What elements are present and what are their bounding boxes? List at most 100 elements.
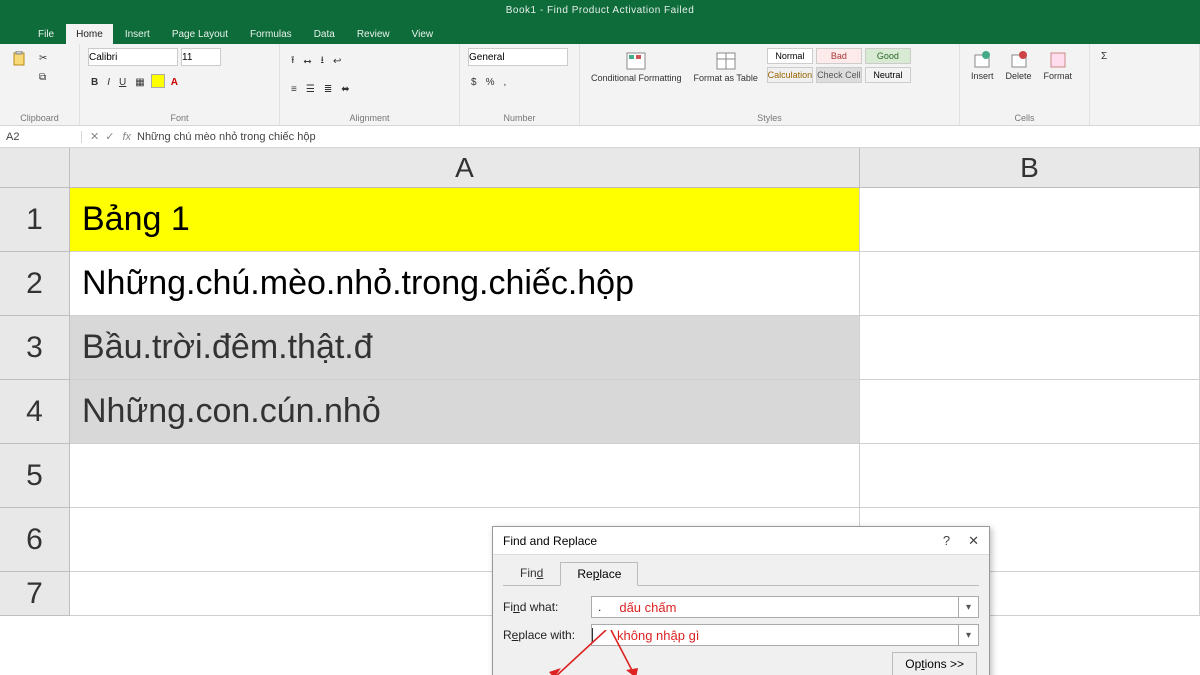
font-size-combo[interactable] [181,48,221,66]
style-normal[interactable]: Normal [767,48,813,64]
ribbon: ✂ ⧉ Clipboard B I U ▦ A Font ⭱ [0,44,1200,126]
ribbon-tabs: File Home Insert Page Layout Formulas Da… [0,20,1200,44]
paste-button[interactable] [8,48,30,73]
find-what-input[interactable]: . dấu chấm ▾ [591,596,979,618]
style-bad[interactable]: Bad [816,48,862,64]
fill-color-button[interactable] [151,74,165,88]
number-format-combo[interactable] [468,48,568,66]
wrap-text-button[interactable]: ↩ [330,50,344,73]
alignment-label: Alignment [288,111,451,123]
cell-B5[interactable] [860,444,1200,508]
find-what-label: Find what: [503,600,591,614]
cell-A5[interactable] [70,444,860,508]
cond-format-icon [625,51,647,71]
tab-insert[interactable]: Insert [115,24,160,44]
number-label: Number [468,111,571,123]
italic-button[interactable]: I [104,74,113,91]
replace-with-label: Replace with: [503,628,591,642]
dialog-help-button[interactable]: ? [943,533,950,548]
worksheet: A B 1 Bảng 1 2 Những.chú.mèo.nhỏ.trong.c… [0,148,1200,675]
tab-home[interactable]: Home [66,24,113,44]
cell-A1[interactable]: Bảng 1 [70,188,860,252]
annotation-replace: không nhập gì [617,628,699,643]
align-right-button[interactable]: ≣ [321,81,335,98]
cell-A2[interactable]: Những.chú.mèo.nhỏ.trong.chiếc.hộp [70,252,860,316]
style-good[interactable]: Good [865,48,911,64]
group-cells: Insert Delete Format Cells [960,44,1090,125]
find-what-dropdown[interactable]: ▾ [958,596,978,618]
cells-label: Cells [968,111,1081,123]
dialog-titlebar[interactable]: Find and Replace ? ✕ [493,527,989,555]
comma-button[interactable]: , [500,74,509,91]
options-button[interactable]: Options >> [892,652,977,675]
enter-formula-icon[interactable]: ✓ [105,130,114,143]
cell-A3[interactable]: Bầu.trời.đêm.thật.đ [70,316,860,380]
dialog-close-button[interactable]: ✕ [968,533,979,549]
style-neutral[interactable]: Neutral [865,67,911,83]
percent-button[interactable]: % [483,74,498,91]
column-header-B[interactable]: B [860,148,1200,188]
row-header-3[interactable]: 3 [0,316,70,380]
row-header-6[interactable]: 6 [0,508,70,572]
row-header-2[interactable]: 2 [0,252,70,316]
tab-page-layout[interactable]: Page Layout [162,24,238,44]
underline-button[interactable]: U [116,74,129,91]
cell-B4[interactable] [860,380,1200,444]
font-label: Font [88,111,271,123]
row-header-7[interactable]: 7 [0,572,70,616]
replace-with-input[interactable]: không nhập gì ▾ [591,624,979,646]
style-check-cell[interactable]: Check Cell [816,67,862,83]
styles-label: Styles [588,111,951,123]
merge-button[interactable]: ⬌ [338,81,352,98]
format-cells-button[interactable]: Format [1041,48,1076,84]
style-calculation[interactable]: Calculation [767,67,813,83]
delete-cells-button[interactable]: Delete [1003,48,1035,84]
table-icon [715,51,737,71]
fx-icon[interactable]: fx [122,131,137,143]
cell-B2[interactable] [860,252,1200,316]
annotation-find: dấu chấm [619,600,676,615]
tab-file[interactable]: File [28,24,64,44]
align-middle-button[interactable]: ⭤ [301,50,315,73]
bold-button[interactable]: B [88,74,101,91]
format-as-table-button[interactable]: Format as Table [691,48,761,87]
row-header-1[interactable]: 1 [0,188,70,252]
tab-formulas[interactable]: Formulas [240,24,302,44]
cut-button[interactable]: ✂ [36,50,50,67]
tab-view[interactable]: View [402,24,444,44]
autosum-button[interactable]: Σ [1098,48,1110,65]
font-name-combo[interactable] [88,48,178,66]
row-header-5[interactable]: 5 [0,444,70,508]
copy-button[interactable]: ⧉ [36,69,49,86]
row-header-4[interactable]: 4 [0,380,70,444]
tab-find-dialog[interactable]: Find [503,561,560,585]
name-box[interactable]: A2 [0,131,82,143]
group-number: $ % , Number [460,44,580,125]
borders-button[interactable]: ▦ [132,74,147,91]
replace-with-dropdown[interactable]: ▾ [958,624,978,646]
group-font: B I U ▦ A Font [80,44,280,125]
cell-A4[interactable]: Những.con.cún.nhỏ [70,380,860,444]
dialog-title-text: Find and Replace [503,534,597,548]
conditional-formatting-button[interactable]: Conditional Formatting [588,48,685,87]
cell-B1[interactable] [860,188,1200,252]
align-center-button[interactable]: ☰ [303,81,318,98]
align-top-button[interactable]: ⭱ [288,50,298,73]
align-left-button[interactable]: ≡ [288,81,300,98]
cell-B3[interactable] [860,316,1200,380]
tab-data[interactable]: Data [304,24,345,44]
find-replace-dialog: Find and Replace ? ✕ Find Replace Find w… [492,526,990,675]
currency-button[interactable]: $ [468,74,480,91]
font-color-button[interactable]: A [168,74,181,91]
select-all-corner[interactable] [0,148,70,188]
tab-review[interactable]: Review [347,24,400,44]
group-editing: Σ [1090,44,1200,125]
cancel-formula-icon[interactable]: ✕ [90,130,99,143]
column-header-A[interactable]: A [70,148,860,188]
insert-cells-button[interactable]: Insert [968,48,997,84]
tab-replace-dialog[interactable]: Replace [560,562,638,586]
insert-icon [973,51,991,69]
window-title: Book1 - Find Product Activation Failed [506,5,695,16]
formula-content[interactable]: Những chú mèo nhỏ trong chiếc hộp [137,131,316,143]
align-bottom-button[interactable]: ⭳ [318,50,328,73]
